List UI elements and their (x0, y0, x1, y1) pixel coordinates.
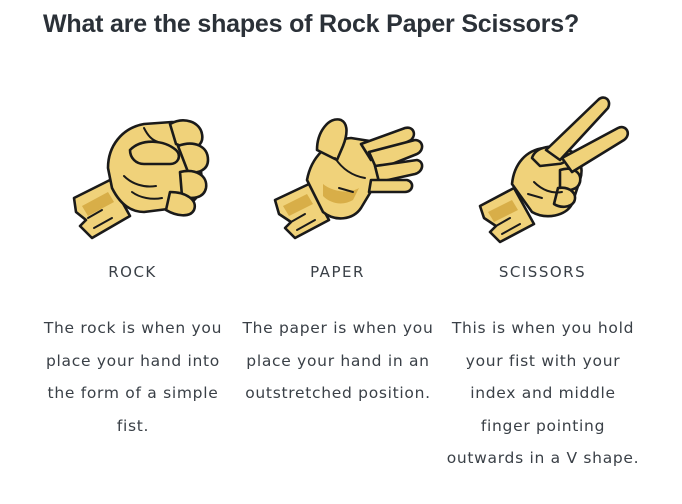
shape-name-rock: ROCK (108, 263, 157, 281)
scissors-column: SCISSORS This is when you hold your fist… (440, 0, 645, 504)
scissors-v-sign-icon (478, 96, 630, 244)
rock-column: ROCK The rock is when you place your han… (30, 0, 235, 504)
shape-name-scissors: SCISSORS (498, 263, 587, 281)
shape-description-rock: The rock is when you place your hand int… (43, 319, 223, 435)
shape-name-paper: PAPER (310, 263, 365, 281)
rock-fist-icon (72, 119, 210, 240)
paper-open-hand-icon (273, 118, 424, 240)
paper-column: PAPER The paper is when you place your h… (235, 0, 440, 504)
shape-description-scissors: This is when you hold your fist with you… (446, 319, 640, 467)
shape-description-paper: The paper is when you place your hand in… (242, 319, 434, 402)
shapes-grid: ROCK The rock is when you place your han… (30, 0, 645, 504)
